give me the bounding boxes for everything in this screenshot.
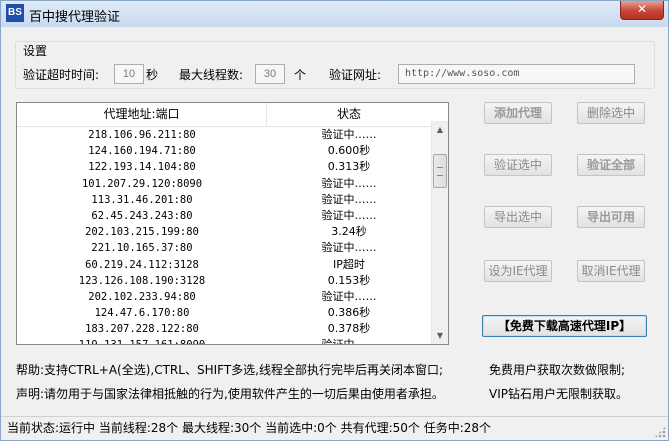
settings-group-title: 设置	[23, 42, 48, 59]
verify-selected-button[interactable]: 验证选中	[484, 154, 552, 176]
table-row[interactable]: 123.126.108.190:3128 0.153秒	[17, 273, 431, 289]
scroll-down-icon[interactable]: ▼	[432, 327, 448, 344]
proxy-status-cell: 0.313秒	[327, 160, 371, 174]
close-button[interactable]: ✕	[620, 1, 664, 20]
table-row[interactable]: 202.102.233.94:80 验证中……	[17, 289, 431, 305]
column-header-address[interactable]: 代理地址:端口	[17, 103, 267, 127]
proxy-address-cell: 124.160.194.71:80	[88, 145, 196, 158]
proxy-status-cell: 验证中……	[321, 128, 377, 141]
main-window: BS 百中搜代理验证 ✕ 设置 验证超时时间: 10 秒 最大线程数: 30 个…	[0, 0, 669, 441]
verify-all-button[interactable]: 验证全部	[577, 154, 645, 176]
proxy-address-cell: 60.219.24.112:3128	[85, 258, 199, 271]
proxy-status-cell: 0.153秒	[327, 273, 371, 287]
timeout-unit: 秒	[146, 68, 159, 82]
cancel-ie-proxy-button[interactable]: 取消IE代理	[577, 260, 645, 282]
proxy-list[interactable]: 代理地址:端口 状态 218.106.96.211:80 验证中…… 124.160…	[16, 102, 449, 345]
table-row[interactable]: 101.207.29.120:8090 验证中……	[17, 176, 431, 192]
proxy-status-cell: 验证中……	[321, 208, 377, 222]
table-row[interactable]: 124.47.6.170:80 0.386秒	[17, 305, 431, 321]
scroll-up-icon[interactable]: ▲	[432, 121, 448, 138]
proxy-address-cell: 62.45.243.243:80	[91, 209, 193, 222]
proxy-address-cell: 113.31.46.201:80	[91, 193, 193, 206]
table-row[interactable]: 119.131.157.161:8090 验证中……	[17, 337, 431, 345]
set-ie-proxy-button[interactable]: 设为IE代理	[484, 260, 552, 282]
proxy-status-cell: IP超时	[333, 257, 365, 271]
free-user-note: 免费用户获取次数做限制;	[489, 363, 626, 377]
proxy-status-cell: 验证中……	[321, 176, 377, 190]
timeout-input[interactable]: 10	[114, 64, 144, 84]
disclaimer-text: 声明:请勿用于与国家法律相抵触的行为,使用软件产生的一切后果由使用者承担。	[16, 387, 444, 401]
proxy-address-cell: 221.10.165.37:80	[91, 242, 193, 255]
status-bar: 当前状态:运行中 当前线程:28个 最大线程:30个 当前选中:0个 共有代理:…	[1, 416, 668, 440]
table-row[interactable]: 62.45.243.243:80 验证中……	[17, 208, 431, 224]
table-row[interactable]: 183.207.228.122:80 0.378秒	[17, 321, 431, 337]
add-proxy-button[interactable]: 添加代理	[484, 102, 552, 124]
title-bar[interactable]: BS 百中搜代理验证 ✕	[1, 1, 668, 27]
proxy-status-cell: 0.378秒	[327, 322, 371, 336]
url-input[interactable]: http://www.soso.com	[398, 64, 635, 84]
proxy-address-cell: 119.131.157.161:8090	[17, 337, 267, 344]
column-header-status[interactable]: 状态	[267, 103, 431, 127]
url-label: 验证网址:	[329, 68, 382, 82]
scroll-thumb[interactable]	[433, 154, 447, 188]
table-row[interactable]: 113.31.46.201:80 验证中……	[17, 192, 431, 208]
resize-grip-icon[interactable]	[654, 426, 666, 438]
table-row[interactable]: 218.106.96.211:80 验证中……	[17, 127, 431, 143]
app-logo-icon: BS	[6, 4, 24, 22]
proxy-status-cell: 验证中……	[321, 192, 377, 206]
vip-user-note: VIP钻石用户无限制获取。	[489, 387, 628, 401]
table-row[interactable]: 202.103.215.199:80 3.24秒	[17, 224, 431, 240]
proxy-address-cell: 183.207.228.122:80	[85, 323, 199, 336]
help-text: 帮助:支持CTRL+A(全选),CTRL、SHIFT多选,线程全部执行完毕后再关…	[16, 363, 444, 377]
table-row[interactable]: 122.193.14.104:80 0.313秒	[17, 159, 431, 175]
table-row[interactable]: 124.160.194.71:80 0.600秒	[17, 143, 431, 159]
table-row[interactable]: 221.10.165.37:80 验证中……	[17, 240, 431, 256]
proxy-address-cell: 124.47.6.170:80	[94, 307, 190, 320]
status-text: 当前状态:运行中 当前线程:28个 最大线程:30个 当前选中:0个 共有代理:…	[7, 421, 492, 435]
list-header: 代理地址:端口 状态	[17, 103, 448, 127]
proxy-status-cell: 验证中……	[321, 241, 377, 255]
proxy-address-cell: 202.103.215.199:80	[85, 226, 199, 239]
export-available-button[interactable]: 导出可用	[577, 206, 645, 228]
threads-input[interactable]: 30	[255, 64, 285, 84]
threads-label: 最大线程数:	[179, 68, 244, 82]
list-rows: 218.106.96.211:80 验证中…… 124.160.194.71:80 0…	[17, 127, 431, 345]
proxy-status-cell: 0.600秒	[327, 144, 371, 158]
vertical-scrollbar[interactable]: ▲ ▼	[431, 121, 448, 344]
proxy-address-cell: 218.106.96.211:80	[88, 129, 196, 141]
export-selected-button[interactable]: 导出选中	[484, 206, 552, 228]
free-download-button[interactable]: 【免费下载高速代理IP】	[482, 315, 647, 337]
window-title: 百中搜代理验证	[29, 10, 121, 25]
proxy-status-cell: 0.386秒	[327, 306, 371, 320]
table-row[interactable]: 60.219.24.112:3128 IP超时	[17, 257, 431, 273]
threads-unit: 个	[294, 68, 307, 82]
proxy-status-cell: 验证中……	[321, 338, 377, 345]
proxy-status-cell: 验证中……	[321, 289, 377, 303]
proxy-address-cell: 101.207.29.120:8090	[81, 177, 203, 190]
delete-selected-button[interactable]: 删除选中	[577, 102, 645, 124]
proxy-address-cell: 122.193.14.104:80	[88, 161, 196, 174]
timeout-label: 验证超时时间:	[23, 68, 100, 82]
proxy-status-cell: 3.24秒	[331, 225, 367, 239]
proxy-address-cell: 202.102.233.94:80	[88, 290, 196, 303]
proxy-address-cell: 123.126.108.190:3128	[78, 274, 206, 287]
